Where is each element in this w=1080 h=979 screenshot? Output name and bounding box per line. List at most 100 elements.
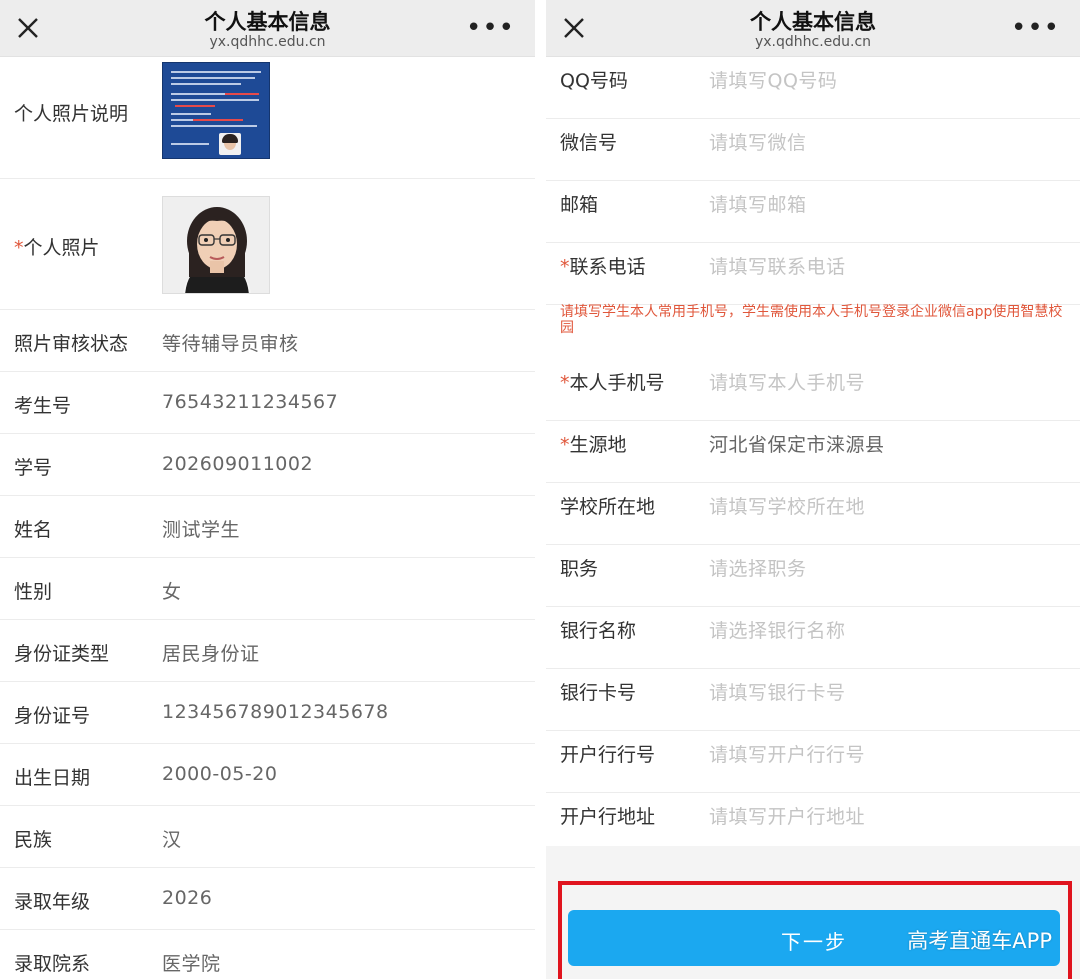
form-row[interactable]: *本人手机号 请填写本人手机号 [546,359,1080,421]
watermark: 高考直通车APP [907,929,1052,953]
info-row: 姓名 测试学生 [0,496,535,558]
page-url: yx.qdhhc.edu.cn [754,34,872,50]
field-value: 居民身份证 [162,643,260,665]
form-input[interactable]: 请填写银行卡号 [709,678,846,705]
form-row[interactable]: 银行名称 请选择银行名称 [546,607,1080,669]
field-label-text: 职务 [560,558,599,580]
field-label: 身份证号 [14,705,91,727]
field-value: 2026 [162,887,213,909]
field-label: 民族 [14,829,53,851]
field-label: 姓名 [14,519,53,541]
info-row: 身份证类型 居民身份证 [0,620,535,682]
field-label: 录取年级 [14,891,91,913]
field-label: QQ号码 [560,66,628,93]
field-label: 照片审核状态 [14,333,129,355]
field-value: 2000-05-20 [162,763,278,785]
field-label: *生源地 [560,430,627,457]
phone-number-hint: 请填写学生本人常用手机号，学生需使用本人手机号登录企业微信app使用智慧校园 [560,304,1063,336]
divider [535,0,546,979]
page-title: 个人基本信息 [750,10,876,34]
field-label-text: 微信号 [560,132,618,154]
portrait-illustration [163,197,269,293]
photo-instructions-image[interactable] [162,62,270,159]
info-row: 民族 汉 [0,806,535,868]
form-row[interactable]: 职务 请选择职务 [546,545,1080,607]
field-label: 邮箱 [560,190,598,217]
form-row[interactable]: 学校所在地 请填写学校所在地 [546,483,1080,545]
field-value: 76543211234567 [162,391,339,413]
required-mark: * [560,256,570,278]
form-input[interactable]: 请填写QQ号码 [709,66,837,93]
field-value: 汉 [162,829,182,851]
field-label: 开户行地址 [560,802,655,829]
page-title: 个人基本信息 [204,10,331,34]
form-row[interactable]: *联系电话 请填写联系电话 [546,243,1080,305]
student-photo[interactable] [162,196,270,294]
form-row[interactable]: 微信号 请填写微信 [546,119,1080,181]
field-value: 医学院 [162,953,221,975]
field-label: 银行名称 [560,616,636,643]
nav-bar: 个人基本信息 yx.qdhhc.edu.cn ••• [546,0,1080,57]
field-label: 身份证类型 [14,643,110,665]
field-value: 202609011002 [162,453,314,475]
required-mark: * [560,434,570,456]
field-value: 测试学生 [162,519,241,541]
left-phone-screen: 个人基本信息 yx.qdhhc.edu.cn ••• 个人照片说明 *个人照片 [0,0,535,979]
field-label-text: 开户行行号 [560,744,656,766]
form-input[interactable]: 请填写微信 [709,128,807,155]
field-value: 女 [162,581,182,603]
field-label: 开户行行号 [560,740,655,767]
form-input[interactable]: 请填写开户行地址 [709,802,865,829]
field-label: 性别 [14,581,53,603]
field-label-text: 开户行地址 [560,806,656,828]
form-input[interactable]: 请选择银行名称 [709,616,846,643]
field-label: *联系电话 [560,252,646,279]
field-label-text: 生源地 [569,434,627,456]
field-label-text: QQ号码 [560,70,628,92]
page-url: yx.qdhhc.edu.cn [209,34,326,50]
form-input[interactable]: 请填写邮箱 [709,190,807,217]
field-label: 学校所在地 [560,492,655,519]
form-input[interactable]: 请填写开户行行号 [709,740,865,767]
field-label-text: 银行名称 [560,620,637,642]
form-value[interactable]: 河北省保定市涞源县 [709,430,885,457]
info-row: 身份证号 123456789012345678 [0,682,535,744]
field-label: *本人手机号 [560,368,665,395]
field-label-text: 个人照片 [23,237,100,259]
nav-bar: 个人基本信息 yx.qdhhc.edu.cn ••• [0,0,535,57]
field-label: 个人照片说明 [14,103,129,125]
form-row[interactable]: 邮箱 请填写邮箱 [546,181,1080,243]
field-value: 等待辅导员审核 [162,333,299,355]
form-input[interactable]: 请填写联系电话 [709,252,846,279]
info-row: 录取院系 医学院 [0,930,535,979]
field-label: 录取院系 [14,953,91,975]
field-label: 考生号 [14,395,72,417]
form-row[interactable]: QQ号码 请填写QQ号码 [546,57,1080,119]
more-icon[interactable]: ••• [466,15,515,41]
info-row: 录取年级 2026 [0,868,535,930]
field-label-text: 联系电话 [569,256,646,278]
form-input[interactable]: 请填写学校所在地 [709,492,865,519]
form-row[interactable]: 银行卡号 请填写银行卡号 [546,669,1080,731]
field-label-text: 邮箱 [560,194,599,216]
field-label: 学号 [14,457,53,479]
right-phone-screen: 个人基本信息 yx.qdhhc.edu.cn ••• QQ号码 请填写QQ号码微信… [546,0,1080,979]
form-input[interactable]: 请选择职务 [709,554,807,581]
field-label: 职务 [560,554,598,581]
form-row[interactable]: *生源地 河北省保定市涞源县 [546,421,1080,483]
field-label-text: 银行卡号 [560,682,637,704]
form-input[interactable]: 请填写本人手机号 [709,368,865,395]
required-mark: * [14,237,24,259]
field-label: 微信号 [560,128,617,155]
required-mark: * [560,372,570,394]
field-label: 出生日期 [14,767,91,789]
info-row: 出生日期 2000-05-20 [0,744,535,806]
form-row[interactable]: 开户行行号 请填写开户行行号 [546,731,1080,793]
more-icon[interactable]: ••• [1011,15,1060,41]
info-row: 学号 202609011002 [0,434,535,496]
info-row: 照片审核状态 等待辅导员审核 [0,310,535,372]
info-row: 考生号 76543211234567 [0,372,535,434]
info-row: 性别 女 [0,558,535,620]
field-label: 银行卡号 [560,678,636,705]
field-label-text: 学校所在地 [560,496,656,518]
